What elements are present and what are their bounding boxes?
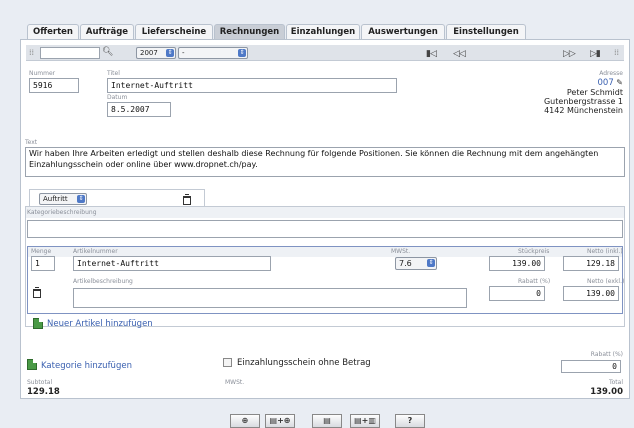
save-copy-button[interactable]: ▤+⊕ <box>265 414 295 428</box>
unit-price-field[interactable]: 139.00 <box>489 256 545 271</box>
unit-price-label: Stückpreis <box>518 248 550 255</box>
mwst-label: MWSt. <box>225 379 245 386</box>
total-label: Total <box>608 379 623 386</box>
number-label: Nummer <box>29 70 56 77</box>
save-print-button[interactable]: ▤+▥ <box>350 414 380 428</box>
address-link[interactable]: 007 <box>598 78 614 88</box>
category-description-label: Kategoriebeschreibung <box>27 209 97 216</box>
add-category-link[interactable]: Kategorie hinzufügen <box>41 361 132 371</box>
einzahlungsschein-checkbox-label: Einzahlungsschein ohne Betrag <box>237 358 371 368</box>
rabatt-total-label: Rabatt (%) <box>590 351 623 358</box>
first-record-icon[interactable]: ▮◁ <box>426 49 437 59</box>
discount-field[interactable]: 0 <box>489 286 545 301</box>
article-number-field[interactable]: Internet-Auftritt <box>73 256 271 271</box>
chevron-down-icon: ⇕ <box>427 259 435 267</box>
einzahlungsschein-checkbox[interactable] <box>223 358 232 367</box>
last-record-icon[interactable]: ▷▮ <box>590 49 601 59</box>
help-button[interactable]: ? <box>395 414 425 428</box>
add-article-link[interactable]: Neuer Artikel hinzufügen <box>47 319 153 329</box>
discount-label: Rabatt (%) <box>518 278 551 285</box>
year-select-value: 2007 <box>140 49 158 57</box>
record-navigation-bar: ⁞⁞ 🔍︎ 2007 ⇕ - ⇕ ▮◁ ◁◁ ▷▷ ▷▮ ⁞⁞ <box>26 45 624 61</box>
address-street: Gutenbergstrasse 1 <box>543 97 623 106</box>
address-city: 4142 Münchenstein <box>544 106 623 115</box>
vat-select-value: 7.6 <box>399 259 412 268</box>
category-type-select[interactable]: Auftritt ⇕ <box>39 193 87 205</box>
category-description-field[interactable] <box>27 220 623 238</box>
subtotal-label: Subtotal <box>27 379 53 386</box>
title-field[interactable]: Internet-Auftritt <box>107 78 397 93</box>
chevron-down-icon: ⇕ <box>238 49 246 57</box>
text-label: Text <box>25 139 38 146</box>
date-field[interactable]: 8.5.2007 <box>107 102 171 117</box>
net-exkl-field[interactable]: 139.00 <box>563 286 619 301</box>
year-select[interactable]: 2007 ⇕ <box>136 47 176 59</box>
qty-field[interactable]: 1 <box>31 256 55 271</box>
address-label: Adresse <box>599 70 623 77</box>
edit-icon[interactable]: ✎ <box>616 78 623 87</box>
category-header-strip <box>26 207 624 218</box>
chevron-down-icon: ⇕ <box>166 49 174 57</box>
main-panel: ⁞⁞ 🔍︎ 2007 ⇕ - ⇕ ▮◁ ◁◁ ▷▷ ▷▮ ⁞⁞ Nummer 591… <box>20 39 630 399</box>
text-area[interactable]: Wir haben Ihre Arbeiten erledigt und ste… <box>25 147 625 177</box>
net-label: Netto (inkl.) <box>587 248 623 255</box>
next-record-icon[interactable]: ▷▷ <box>563 49 576 59</box>
total-value: 139.00 <box>590 387 623 397</box>
tab-einzahlungen[interactable]: Einzahlungen <box>286 24 360 40</box>
title-label: Titel <box>107 70 120 77</box>
filter-select[interactable]: - ⇕ <box>178 47 248 59</box>
qty-label: Menge <box>31 248 52 255</box>
tab-rechnungen[interactable]: Rechnungen <box>214 24 285 40</box>
drag-handle-icon[interactable]: ⁞⁞ <box>614 48 619 57</box>
filter-select-value: - <box>182 49 185 57</box>
add-article-icon[interactable] <box>33 318 43 329</box>
article-description-label: Artikelbeschreibung <box>73 278 133 285</box>
tab-auswertungen[interactable]: Auswertungen <box>361 24 445 40</box>
article-description-field[interactable] <box>73 288 467 308</box>
rabatt-total-field[interactable]: 0 <box>561 360 621 373</box>
save-button[interactable]: ▤ <box>312 414 342 428</box>
address-name: Peter Schmidt <box>566 88 623 97</box>
vat-select[interactable]: 7.6 ⇕ <box>395 257 437 270</box>
copy-button[interactable]: ⊕ <box>230 414 260 428</box>
article-number-label: Artikelnummer <box>73 248 118 255</box>
address-block: 007 ✎ Peter Schmidt Gutenbergstrasse 1 4… <box>544 78 623 115</box>
tab-auftraege[interactable]: Aufträge <box>80 24 134 40</box>
vat-label: MWSt. <box>391 248 411 255</box>
tab-einstellungen[interactable]: Einstellungen <box>446 24 526 40</box>
net-field[interactable]: 129.18 <box>563 256 619 271</box>
delete-article-icon[interactable] <box>33 287 41 298</box>
category-type-value: Auftritt <box>43 195 68 203</box>
add-category-icon[interactable] <box>27 359 37 370</box>
search-icon[interactable]: 🔍︎ <box>102 47 113 57</box>
tab-lieferscheine[interactable]: Lieferscheine <box>135 24 213 40</box>
net-exkl-label: Netto (exkl.) <box>587 278 625 285</box>
drag-handle-icon[interactable]: ⁞⁞ <box>29 48 34 57</box>
subtotal-value: 129.18 <box>27 387 60 397</box>
number-field[interactable]: 5916 <box>29 78 79 93</box>
delete-category-icon[interactable] <box>183 194 191 205</box>
previous-record-icon[interactable]: ◁◁ <box>453 49 466 59</box>
tab-offerten[interactable]: Offerten <box>27 24 79 40</box>
date-label: Datum <box>107 94 128 101</box>
chevron-down-icon: ⇕ <box>77 195 85 203</box>
search-input[interactable] <box>40 47 100 59</box>
